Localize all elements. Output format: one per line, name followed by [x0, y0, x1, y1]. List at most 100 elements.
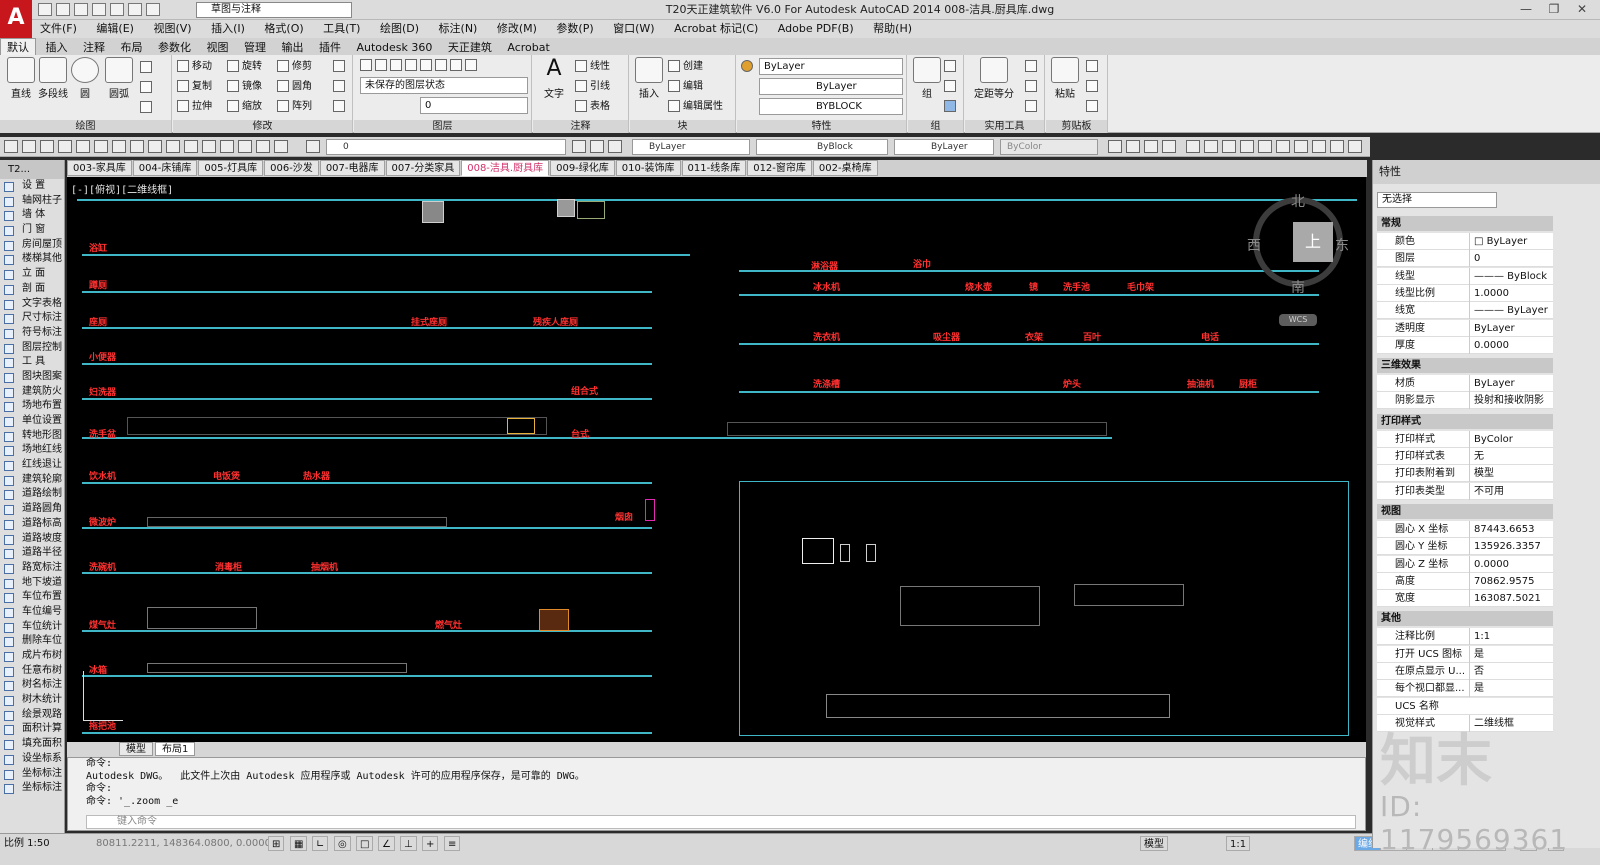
palette-item[interactable]: 符号标注 [0, 326, 64, 341]
palette-item[interactable]: 绘景观路 [0, 708, 64, 723]
furniture-row[interactable] [127, 417, 547, 435]
furniture-group[interactable] [1074, 584, 1184, 606]
property-row[interactable]: 圆心 Y 坐标 135926.3357 [1377, 538, 1553, 556]
property-value[interactable]: ByLayer [1469, 375, 1553, 393]
ellipse-tool[interactable] [140, 79, 155, 96]
palette-item[interactable]: 设 置 [0, 179, 64, 194]
explode-tool[interactable] [333, 78, 348, 95]
view-back-icon[interactable] [1126, 140, 1140, 153]
file-tab[interactable]: 003-家具库 [67, 160, 132, 176]
properties-section-header[interactable]: 视图 [1377, 503, 1553, 519]
palette-item[interactable]: 道路半径 [0, 546, 64, 561]
utilities-panel-title[interactable]: 实用工具 [965, 120, 1044, 133]
furniture-group[interactable] [826, 694, 1170, 718]
palette-item[interactable]: 任意布树 [0, 664, 64, 679]
toolbar-linetype-dropdown[interactable]: ByBlock [756, 139, 888, 155]
hatch-line-icon[interactable] [1330, 140, 1344, 153]
create-block-tool[interactable]: 创建 [668, 58, 703, 75]
linear-dimension-tool[interactable]: 线性 [575, 58, 610, 75]
tab-manage[interactable]: 管理 [238, 39, 272, 56]
property-row[interactable]: 打开 UCS 图标是 [1377, 645, 1553, 663]
make-current-icon[interactable] [572, 140, 586, 153]
text-tool[interactable]: A 文字 [537, 57, 571, 101]
insert-block-tool[interactable]: 插入 [632, 57, 666, 100]
layer-props-icon[interactable] [306, 140, 320, 153]
view-front-icon[interactable] [1108, 140, 1122, 153]
edit-block-tool[interactable]: 编辑 [668, 78, 703, 95]
menu-file[interactable]: 文件(F) [32, 20, 85, 38]
palette-item[interactable]: 红线退让 [0, 458, 64, 473]
properties-section-header[interactable]: 常规 [1377, 216, 1553, 231]
property-value[interactable]: 无 [1469, 448, 1553, 465]
property-value[interactable]: ByLayer [1469, 319, 1553, 337]
align-bottom-icon[interactable] [1276, 140, 1290, 153]
property-value[interactable]: 163087.5021 [1469, 590, 1553, 608]
calculator-tool[interactable] [1025, 78, 1040, 95]
layer-walk2-icon[interactable] [608, 140, 622, 153]
save-icon[interactable] [74, 3, 88, 16]
print-icon[interactable] [110, 3, 124, 16]
palette-item[interactable]: 车位布置 [0, 590, 64, 605]
palette-item[interactable]: 楼梯其他 [0, 252, 64, 267]
distribute-icon[interactable] [1294, 140, 1308, 153]
furniture-group[interactable] [900, 586, 1040, 626]
drawing-canvas[interactable]: [-][俯视][二维线框] 浴缸 蹲厕 座厕 小便器 妇洗器 洗手盆 饮水机 电… [67, 177, 1366, 742]
viewcube-top-face[interactable]: 上 [1293, 222, 1333, 262]
property-value[interactable]: ——— ByBlock [1469, 267, 1553, 285]
property-value[interactable]: 投射和接收阴影 [1469, 392, 1553, 410]
snap-toggle[interactable]: ⊞ [268, 836, 285, 851]
menu-view[interactable]: 视图(V) [145, 20, 199, 38]
layer-manager-icon[interactable] [4, 140, 18, 153]
tab-default[interactable]: 默认 [0, 38, 36, 56]
command-input[interactable]: 键入命令 [86, 815, 1356, 829]
file-tab[interactable]: 008-洁具.厨具库 [461, 160, 550, 176]
property-row[interactable]: 在原点显示 U... 否 [1377, 663, 1553, 680]
line-tool[interactable]: 直线 [4, 57, 38, 100]
property-row[interactable]: 圆心 X 坐标 87443.6653 [1377, 520, 1553, 538]
annotation-panel-title[interactable]: 注释 [533, 120, 628, 133]
copy-tool[interactable]: 复制 [177, 78, 212, 95]
id-point-tool[interactable] [1025, 98, 1040, 115]
layer-unisolate-icon[interactable] [256, 140, 270, 153]
file-tab[interactable]: 009-绿化库 [550, 160, 615, 176]
layer-walk-icon[interactable] [112, 140, 126, 153]
restore-button[interactable]: ❐ [1540, 0, 1568, 18]
lwt-toggle[interactable]: ≡ [444, 836, 461, 851]
menu-dimension[interactable]: 标注(N) [431, 20, 486, 38]
tab-layout1[interactable]: 布局1 [155, 742, 196, 756]
modify-panel-title[interactable]: 修改 [173, 120, 352, 133]
palette-item[interactable]: 车位编号 [0, 605, 64, 620]
property-value[interactable]: ByColor [1469, 430, 1553, 448]
property-value[interactable]: 1:1 [1469, 628, 1553, 646]
menu-acrobat[interactable]: Acrobat 标记(C) [666, 20, 766, 38]
polyline-tool[interactable]: 多段线 [36, 57, 70, 100]
palette-item[interactable]: 建筑防火 [0, 385, 64, 400]
file-tab[interactable]: 007-电器库 [319, 160, 385, 176]
wcs-menu[interactable]: WCS [1279, 314, 1317, 326]
palette-item[interactable]: 树木统计 [0, 693, 64, 708]
fillet-tool[interactable]: 圆角 [277, 78, 312, 95]
layer-lock-icon[interactable] [76, 140, 90, 153]
clipboard-panel-title[interactable]: 剪贴板 [1046, 120, 1107, 133]
property-value[interactable]: 0.0000 [1469, 336, 1553, 354]
copy-clip-tool[interactable] [1086, 78, 1101, 95]
layer-thaw-icon[interactable] [274, 140, 288, 153]
block-panel-title[interactable]: 块 [630, 120, 735, 133]
hatch-tool[interactable] [140, 99, 155, 116]
furniture-row[interactable] [727, 422, 1107, 436]
menu-modify[interactable]: 修改(M) [489, 20, 545, 38]
layer-delete-icon[interactable] [184, 140, 198, 153]
menu-adobe-pdf[interactable]: Adobe PDF(B) [770, 20, 862, 38]
palette-item[interactable]: 坐标标注 [0, 781, 64, 796]
layer-match-icon[interactable] [148, 140, 162, 153]
ortho-toggle[interactable]: ∟ [312, 836, 329, 851]
undo-icon[interactable] [128, 3, 142, 16]
file-tab[interactable]: 012-窗帘库 [747, 160, 812, 176]
layer-change-icon[interactable] [202, 140, 216, 153]
tab-insert[interactable]: 插入 [40, 39, 74, 56]
grid-toggle[interactable]: ▦ [290, 836, 308, 851]
edit-attributes-tool[interactable]: 编辑属性 [668, 98, 723, 115]
match-properties-tool[interactable] [741, 58, 756, 75]
palette-item[interactable]: 图块图案 [0, 370, 64, 385]
tab-plugins[interactable]: 插件 [313, 39, 347, 56]
